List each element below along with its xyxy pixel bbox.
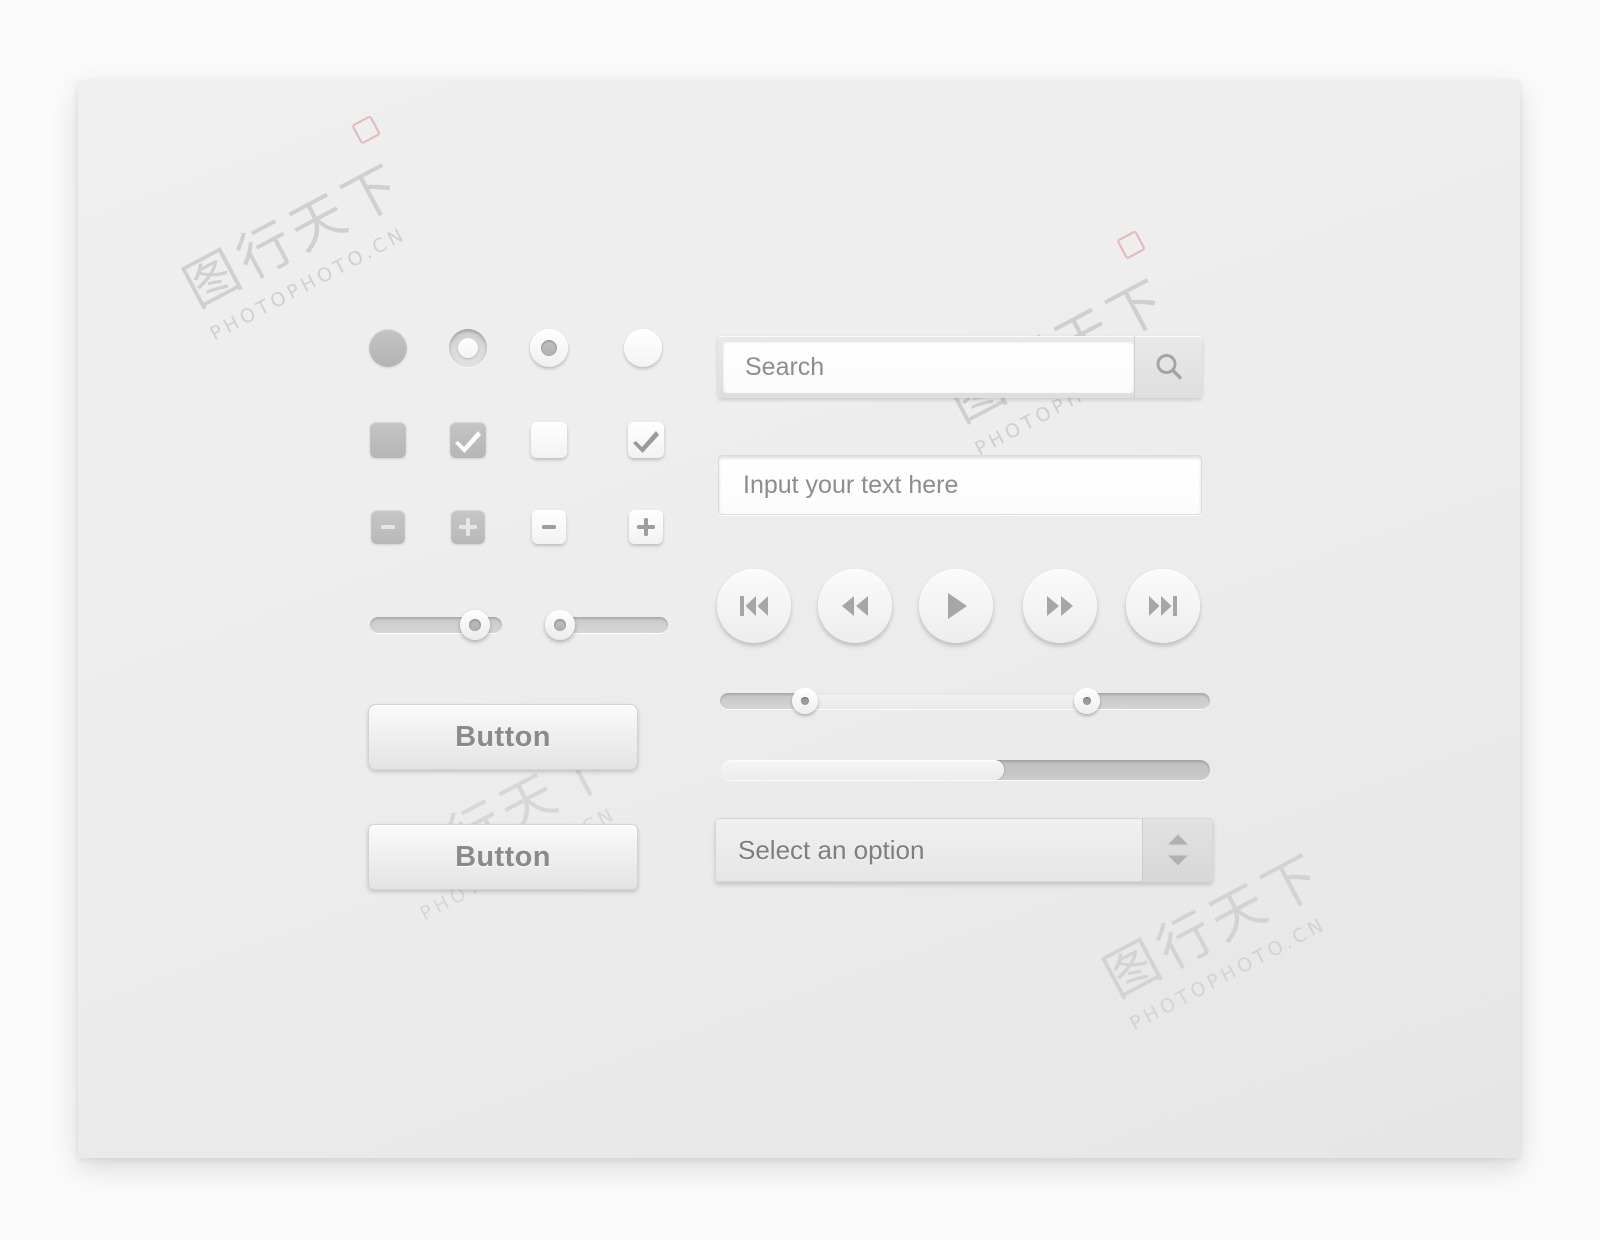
radio-empty-light[interactable] [624,329,662,367]
search-button[interactable] [1134,336,1202,398]
minus-white-button[interactable] [532,510,566,544]
caret-up-icon[interactable] [1163,831,1193,847]
watermark-latin-text: PHOTOPHOTO.CN [1126,912,1331,1036]
search-input[interactable]: Search [723,341,1134,393]
button-primary[interactable]: Button [368,704,638,770]
play-icon [948,593,967,619]
ui-kit-card: 图行天下 PHOTOPHOTO.CN 图行天下 PHOTOPHOTO.CN 图行… [78,80,1520,1158]
plus-icon [459,518,477,536]
select-dropdown[interactable]: Select an option [715,818,1213,882]
caret-down-icon[interactable] [1163,853,1193,869]
text-input[interactable]: Input your text here [718,455,1202,515]
minus-gray-button[interactable] [371,510,405,544]
play-button[interactable] [919,569,993,643]
button-secondary-label: Button [455,840,551,873]
skip-back-button[interactable] [717,569,791,643]
watermark-top-left: 图行天下 PHOTOPHOTO.CN [167,114,428,346]
minus-icon [381,525,395,529]
slider-right-handle[interactable] [545,610,575,640]
check-icon [633,431,659,453]
search-bar[interactable]: Search [718,336,1202,398]
plus-gray-button[interactable] [451,510,485,544]
radio-filled-dark[interactable] [369,329,407,367]
fast-forward-button[interactable] [1023,569,1097,643]
search-icon [1156,354,1182,380]
select-stepper[interactable] [1142,819,1212,881]
watermark-stamp-icon [351,114,381,145]
range-handle-low[interactable] [792,688,818,714]
check-icon [455,431,481,453]
watermark-stamp-icon [1116,229,1146,260]
skip-forward-icon [1149,596,1177,616]
plus-icon [637,518,655,536]
checkbox-gray-empty[interactable] [370,422,406,458]
button-secondary[interactable]: Button [368,824,638,890]
rewind-icon [842,596,868,616]
range-handle-high[interactable] [1074,688,1100,714]
radio-selected-dot[interactable] [530,329,568,367]
watermark-latin-text: PHOTOPHOTO.CN [206,222,411,346]
radio-inset-light[interactable] [449,329,487,367]
button-primary-label: Button [455,720,551,753]
text-input-placeholder: Input your text here [743,470,959,499]
search-placeholder: Search [745,352,825,381]
minus-icon [542,525,556,529]
checkbox-white-checked[interactable] [628,422,664,458]
select-value[interactable]: Select an option [716,819,1142,881]
skip-backward-icon [740,596,768,616]
select-value-text: Select an option [738,834,925,865]
plus-white-button[interactable] [629,510,663,544]
slider-left-handle[interactable] [460,610,490,640]
checkbox-white-empty[interactable] [531,422,567,458]
rewind-button[interactable] [818,569,892,643]
fast-forward-icon [1047,596,1073,616]
progress-bar-fill [720,760,1005,780]
skip-forward-button[interactable] [1126,569,1200,643]
progress-bar [720,760,1210,780]
dual-range-slider-fill [805,693,1090,709]
watermark-cjk-text: 图行天下 [173,151,415,320]
checkbox-gray-checked[interactable] [450,422,486,458]
